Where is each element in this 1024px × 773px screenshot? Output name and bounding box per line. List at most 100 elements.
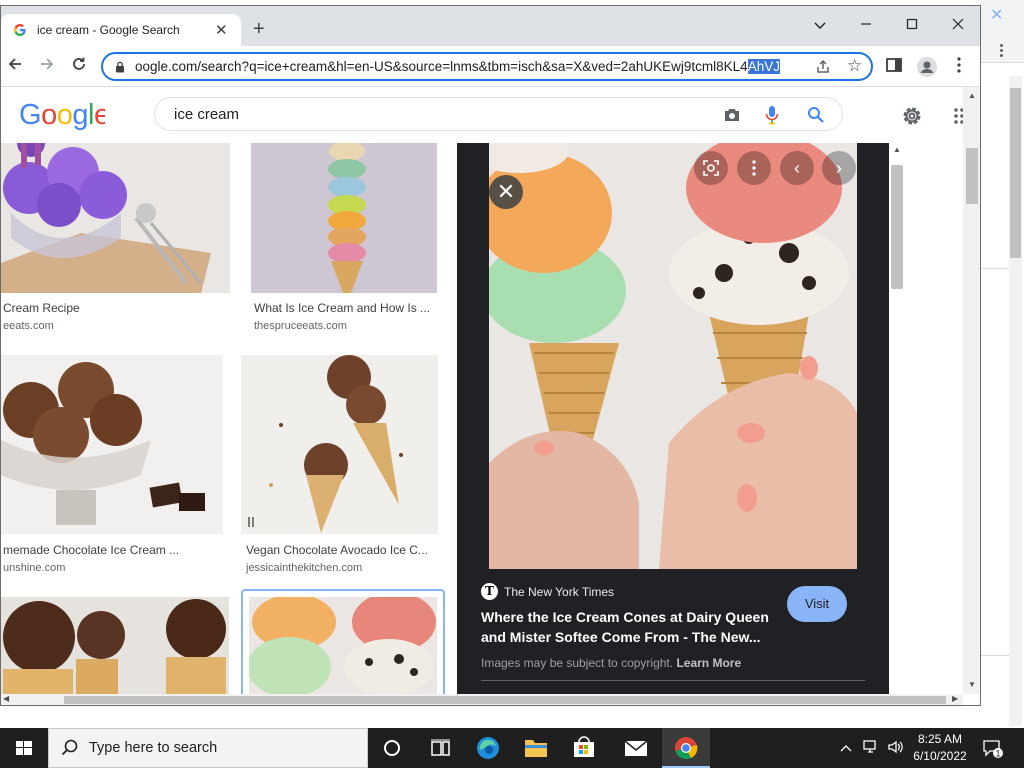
browser-toolbar: oogle.com/search?q=ice+cream&hl=en-US&so… <box>1 46 980 87</box>
google-search-box[interactable]: ice cream <box>154 97 843 131</box>
forward-arrow-icon[interactable] <box>35 54 59 78</box>
scroll-up-arrow-icon[interactable]: ▲ <box>893 145 901 154</box>
url-text[interactable]: oogle.com/search?q=ice+cream&hl=en-US&so… <box>135 59 780 74</box>
result-caption[interactable]: Vegan Chocolate Avocado Ice C... <box>246 543 428 557</box>
search-icon[interactable] <box>807 106 825 129</box>
task-view-icon[interactable] <box>416 728 464 768</box>
result-thumbnail[interactable] <box>241 355 438 534</box>
close-preview-icon[interactable]: ✕ <box>489 175 523 209</box>
browser-menu-icon[interactable] <box>956 56 976 76</box>
next-image-icon[interactable]: › <box>822 151 856 185</box>
scroll-right-arrow-icon[interactable]: ▶ <box>952 694 958 703</box>
scrollbar-thumb[interactable] <box>966 148 978 204</box>
address-bar[interactable]: oogle.com/search?q=ice+cream&hl=en-US&so… <box>101 52 873 81</box>
horizontal-scrollbar[interactable]: ◀ ▶ <box>1 694 963 705</box>
tab-title: ice cream - Google Search <box>37 23 180 37</box>
url-selected-text: AhVJ <box>747 59 780 74</box>
search-query[interactable]: ice cream <box>174 106 239 123</box>
minimize-icon[interactable] <box>852 12 880 38</box>
image-results-grid: Cream Recipe eeats.com What Is Ice Cream… <box>1 143 457 694</box>
copyright-text: Images may be subject to copyright. <box>481 656 674 670</box>
scroll-left-arrow-icon[interactable]: ◀ <box>3 694 9 703</box>
url-main: oogle.com/search?q=ice+cream&hl=en-US&so… <box>135 59 748 74</box>
menu-icon[interactable] <box>1000 42 1004 59</box>
microsoft-store-icon[interactable] <box>560 728 608 768</box>
new-tab-icon[interactable]: + <box>253 19 265 39</box>
maximize-icon[interactable] <box>898 12 926 38</box>
result-thumbnail[interactable] <box>251 143 437 293</box>
result-caption[interactable]: What Is Ice Cream and How Is ... <box>254 301 430 315</box>
result-caption[interactable]: Cream Recipe <box>3 301 80 315</box>
show-hidden-icons-chevron-icon[interactable] <box>840 740 852 758</box>
lock-icon[interactable] <box>115 60 125 73</box>
google-header: Google ice cream <box>1 87 980 143</box>
result-thumbnail[interactable] <box>1 597 229 694</box>
divider <box>980 268 1009 269</box>
notification-count: 1 <box>995 749 1000 759</box>
windows-taskbar: Type here to search 1 8:25 AM 6/10/2022 <box>0 728 1024 768</box>
selected-result-thumbnail[interactable] <box>241 589 445 694</box>
profile-avatar-icon[interactable] <box>916 56 937 77</box>
lens-search-icon[interactable] <box>694 151 728 185</box>
file-explorer-icon[interactable] <box>512 728 560 768</box>
page-right-area <box>906 143 966 694</box>
scroll-up-arrow-icon[interactable]: ▲ <box>968 91 976 100</box>
result-source: thespruceeats.com <box>254 320 347 332</box>
tab-search-chevron-icon[interactable] <box>806 12 834 38</box>
result-source: eeats.com <box>3 320 54 332</box>
preview-image[interactable] <box>489 143 857 569</box>
tab-ice-cream[interactable]: ice cream - Google Search ✕ <box>1 14 241 46</box>
publisher-name[interactable]: The New York Times <box>504 585 614 599</box>
copyright-notice: Images may be subject to copyright. Lear… <box>481 656 741 670</box>
scroll-down-arrow-icon[interactable]: ▼ <box>968 680 976 689</box>
result-source: jessicainthekitchen.com <box>246 562 363 574</box>
search-placeholder: Type here to search <box>89 740 218 756</box>
scrollbar-thumb[interactable] <box>891 165 903 289</box>
background-scrollbar[interactable] <box>1009 76 1022 726</box>
scrollbar-thumb[interactable] <box>64 696 946 704</box>
clock-time: 8:25 AM <box>917 732 963 746</box>
background-window: ✕ <box>980 0 1024 728</box>
tab-close-icon[interactable]: ✕ <box>215 21 228 39</box>
reload-icon[interactable] <box>67 54 91 78</box>
divider <box>980 655 1009 656</box>
image-preview-panel: ✕ ‹ › T The New York Times Where the Ice… <box>457 143 889 694</box>
scrollbar-thumb[interactable] <box>1010 88 1021 258</box>
preview-scrollbar[interactable]: ▲ <box>889 143 906 694</box>
close-icon[interactable]: ✕ <box>990 5 1003 24</box>
divider <box>481 680 865 681</box>
edge-browser-icon[interactable] <box>464 728 512 768</box>
network-icon[interactable] <box>862 738 880 761</box>
preview-title[interactable]: Where the Ice Cream Cones at Dairy Queen… <box>481 607 781 647</box>
result-source: unshine.com <box>3 562 66 574</box>
microphone-icon[interactable] <box>765 105 779 130</box>
mail-icon[interactable] <box>612 728 660 768</box>
more-options-icon[interactable] <box>737 151 771 185</box>
visit-button[interactable]: Visit <box>787 586 847 622</box>
back-arrow-icon[interactable] <box>3 54 27 78</box>
share-icon[interactable] <box>815 58 831 78</box>
tab-strip: ice cream - Google Search ✕ + <box>1 6 980 46</box>
result-thumbnail[interactable] <box>1 143 230 293</box>
page-scrollbar[interactable]: ▲ ▼ <box>963 87 980 694</box>
publisher-logo: T <box>481 583 498 600</box>
previous-image-icon[interactable]: ‹ <box>780 151 814 185</box>
browser-window: ice cream - Google Search ✕ + oogle.com/… <box>0 5 981 706</box>
window-close-icon[interactable] <box>944 12 972 38</box>
system-clock[interactable]: 8:25 AM 6/10/2022 <box>900 731 980 765</box>
result-thumbnail[interactable] <box>1 355 223 534</box>
learn-more-link[interactable]: Learn More <box>676 656 741 670</box>
chrome-browser-icon[interactable] <box>662 728 710 768</box>
bookmark-star-icon[interactable]: ☆ <box>847 56 862 76</box>
result-caption[interactable]: memade Chocolate Ice Cream ... <box>3 543 179 557</box>
side-panel-icon[interactable] <box>885 56 905 76</box>
windows-start-icon[interactable] <box>0 728 48 768</box>
camera-search-icon[interactable] <box>723 107 741 128</box>
clock-date: 6/10/2022 <box>913 749 967 763</box>
cortana-icon[interactable] <box>368 728 416 768</box>
notifications-icon[interactable]: 1 <box>982 738 1004 765</box>
settings-gear-icon[interactable] <box>901 105 923 132</box>
google-favicon-icon <box>13 23 27 37</box>
google-logo[interactable]: Google <box>19 97 110 139</box>
taskbar-search-box[interactable]: Type here to search <box>48 728 368 768</box>
